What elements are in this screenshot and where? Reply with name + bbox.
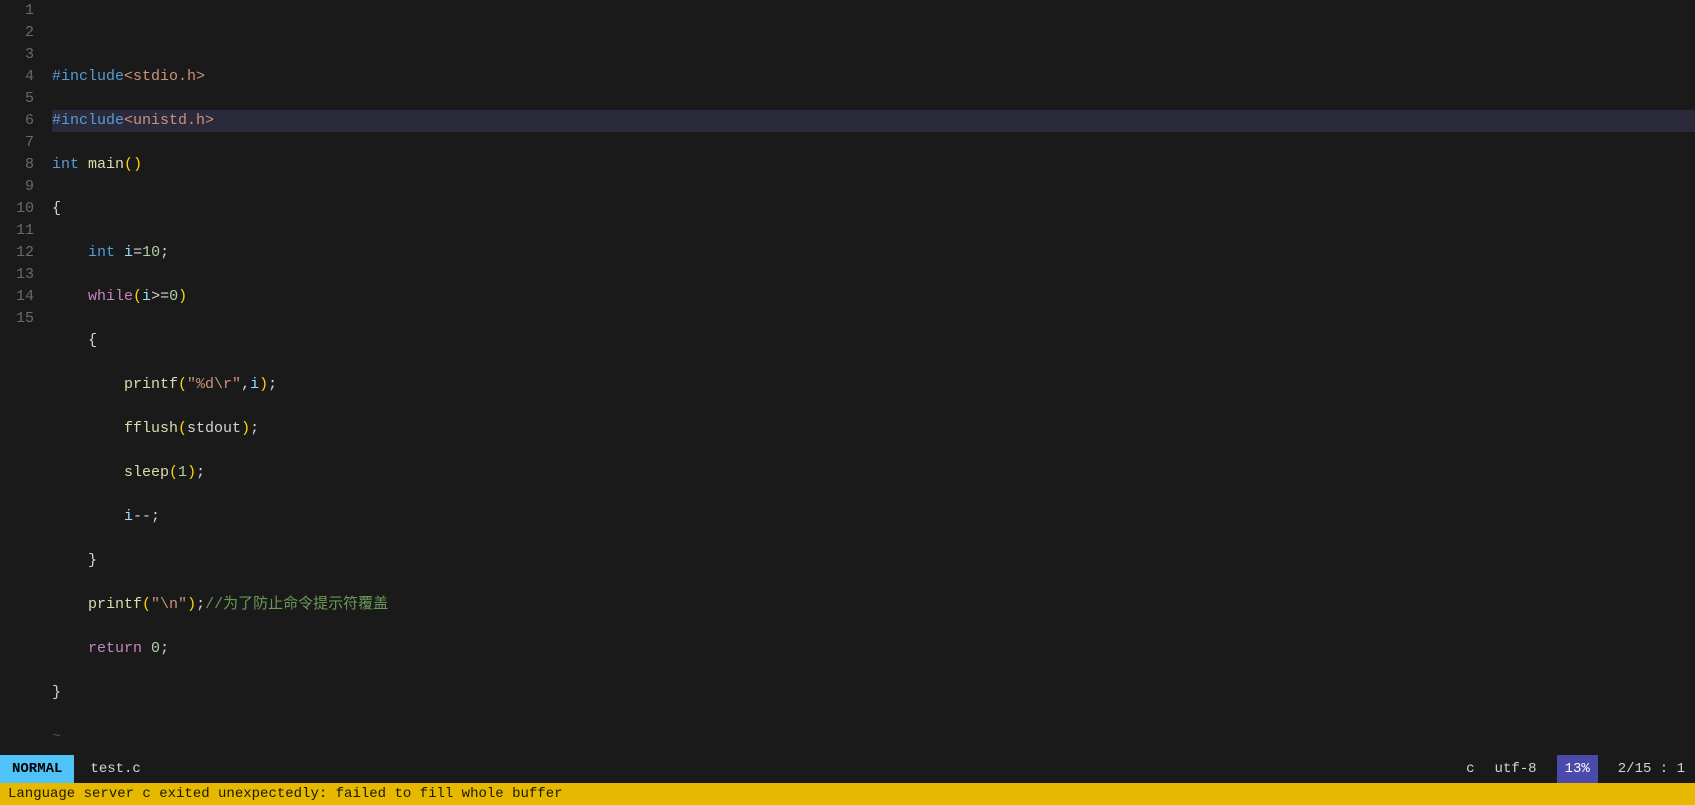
line-numbers: 123456789101112131415: [0, 0, 42, 755]
error-message: Language server c exited unexpectedly: f…: [8, 786, 563, 802]
code-line[interactable]: while(i>=0): [52, 286, 1695, 308]
code-line[interactable]: {: [52, 330, 1695, 352]
line-number: 5: [0, 88, 34, 110]
filename-label: test.c: [74, 761, 156, 777]
code-line[interactable]: }: [52, 682, 1695, 704]
editor-area: 123456789101112131415 #include<stdio.h> …: [0, 0, 1695, 755]
line-number: 4: [0, 66, 34, 88]
code-line[interactable]: return 0;: [52, 638, 1695, 660]
code-content[interactable]: #include<stdio.h> #include<unistd.h> int…: [42, 0, 1695, 755]
code-line[interactable]: int main(): [52, 154, 1695, 176]
code-line[interactable]: printf("\n");//为了防止命令提示符覆盖: [52, 594, 1695, 616]
line-number: 13: [0, 264, 34, 286]
code-line[interactable]: #include<unistd.h>: [52, 110, 1695, 132]
code-line[interactable]: int i=10;: [52, 242, 1695, 264]
code-line[interactable]: printf("%d\r",i);: [52, 374, 1695, 396]
line-number: 6: [0, 110, 34, 132]
line-number: 2: [0, 22, 34, 44]
code-line[interactable]: fflush(stdout);: [52, 418, 1695, 440]
line-number: 9: [0, 176, 34, 198]
line-number: 10: [0, 198, 34, 220]
line-number: 15: [0, 308, 34, 330]
line-number: 12: [0, 242, 34, 264]
cursor-pos-label: 2/15 : 1: [1618, 761, 1685, 777]
line-number: 11: [0, 220, 34, 242]
encoding-label: utf-8: [1495, 761, 1537, 777]
code-line[interactable]: }: [52, 550, 1695, 572]
line-number: 7: [0, 132, 34, 154]
line-number: 14: [0, 286, 34, 308]
code-container[interactable]: 123456789101112131415 #include<stdio.h> …: [0, 0, 1695, 755]
filetype-label: c: [1466, 761, 1474, 777]
mode-badge: NORMAL: [0, 755, 74, 783]
status-right: c utf-8 13% 2/15 : 1: [1466, 755, 1695, 783]
line-number: 1: [0, 0, 34, 22]
error-bar: Language server c exited unexpectedly: f…: [0, 783, 1695, 805]
code-line[interactable]: sleep(1);: [52, 462, 1695, 484]
code-line[interactable]: #include<stdio.h>: [52, 66, 1695, 88]
code-line[interactable]: i--;: [52, 506, 1695, 528]
status-bar: NORMAL test.c c utf-8 13% 2/15 : 1: [0, 755, 1695, 783]
code-line[interactable]: {: [52, 198, 1695, 220]
tilde-line: ~: [52, 726, 1695, 748]
line-number: 8: [0, 154, 34, 176]
line-number: 3: [0, 44, 34, 66]
scroll-pct-label: 13%: [1557, 755, 1598, 783]
